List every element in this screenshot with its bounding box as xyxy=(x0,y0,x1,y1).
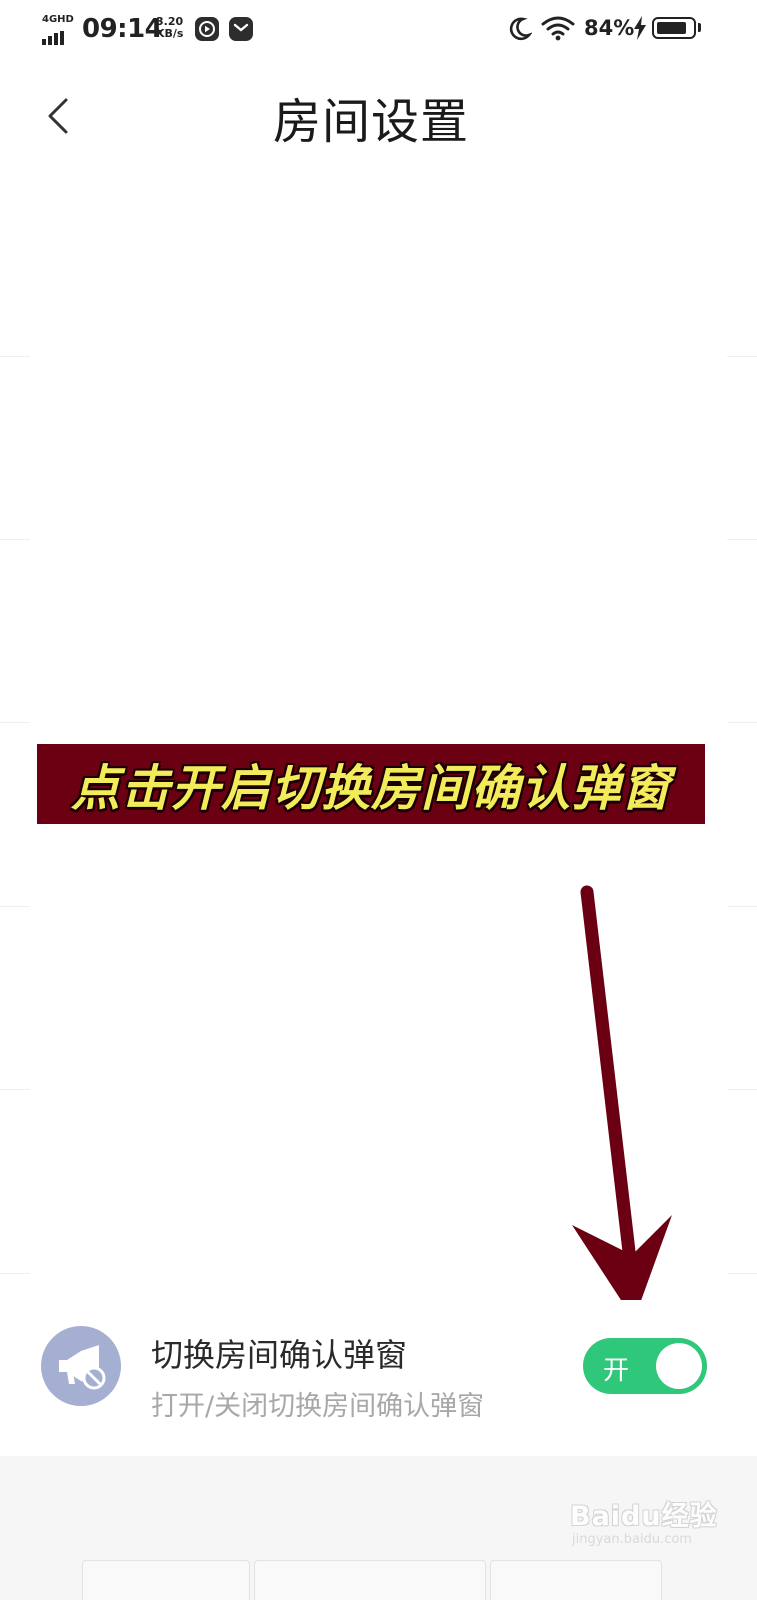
video-app-notification-icon xyxy=(195,17,219,41)
instruction-banner-text: 点击开启切换房间确认弹窗 xyxy=(70,759,671,817)
moon-icon xyxy=(509,17,532,41)
baidu-jingyan-watermark: Baidu经验 jingyan.baidu.com xyxy=(568,1482,718,1552)
pointer-arrow-icon xyxy=(572,885,672,1320)
network-type: 4GHD xyxy=(42,14,74,25)
bottom-tab xyxy=(490,1560,662,1600)
watermark-brand: Baidu经验 xyxy=(570,1501,718,1532)
charging-icon xyxy=(634,16,646,40)
setting-subtitle: 打开/关闭切换房间确认弹窗 xyxy=(151,1391,485,1422)
megaphone-muted-icon xyxy=(41,1326,121,1406)
clock: 09:14 xyxy=(82,14,163,44)
bottom-tabs xyxy=(82,1560,662,1600)
battery-icon xyxy=(652,17,696,39)
page-title: 房间设置 xyxy=(272,94,469,150)
switch-room-confirm-toggle[interactable]: 开 xyxy=(583,1338,707,1394)
bottom-tab xyxy=(254,1560,486,1600)
divider xyxy=(0,356,757,357)
network-speed-unit: KB/s xyxy=(156,27,184,40)
toggle-knob xyxy=(656,1343,702,1389)
toggle-state-label: 开 xyxy=(603,1356,630,1386)
divider xyxy=(0,539,757,540)
battery-percent: 84% xyxy=(584,16,635,40)
wifi-icon xyxy=(541,16,575,41)
divider xyxy=(0,722,757,723)
instruction-banner: 点击开启切换房间确认弹窗 xyxy=(37,744,705,824)
battery-cap xyxy=(698,23,701,32)
mail-app-notification-icon xyxy=(229,17,253,41)
bottom-tab xyxy=(82,1560,250,1600)
network-speed: 3.20 KB/s xyxy=(156,16,183,40)
watermark-url: jingyan.baidu.com xyxy=(572,1532,692,1547)
status-bar: 4GHD 09:14 3.20 KB/s 84% xyxy=(0,0,757,58)
setting-title: 切换房间确认弹窗 xyxy=(151,1336,408,1374)
battery-fill xyxy=(657,22,686,34)
signal-icon xyxy=(42,26,66,45)
